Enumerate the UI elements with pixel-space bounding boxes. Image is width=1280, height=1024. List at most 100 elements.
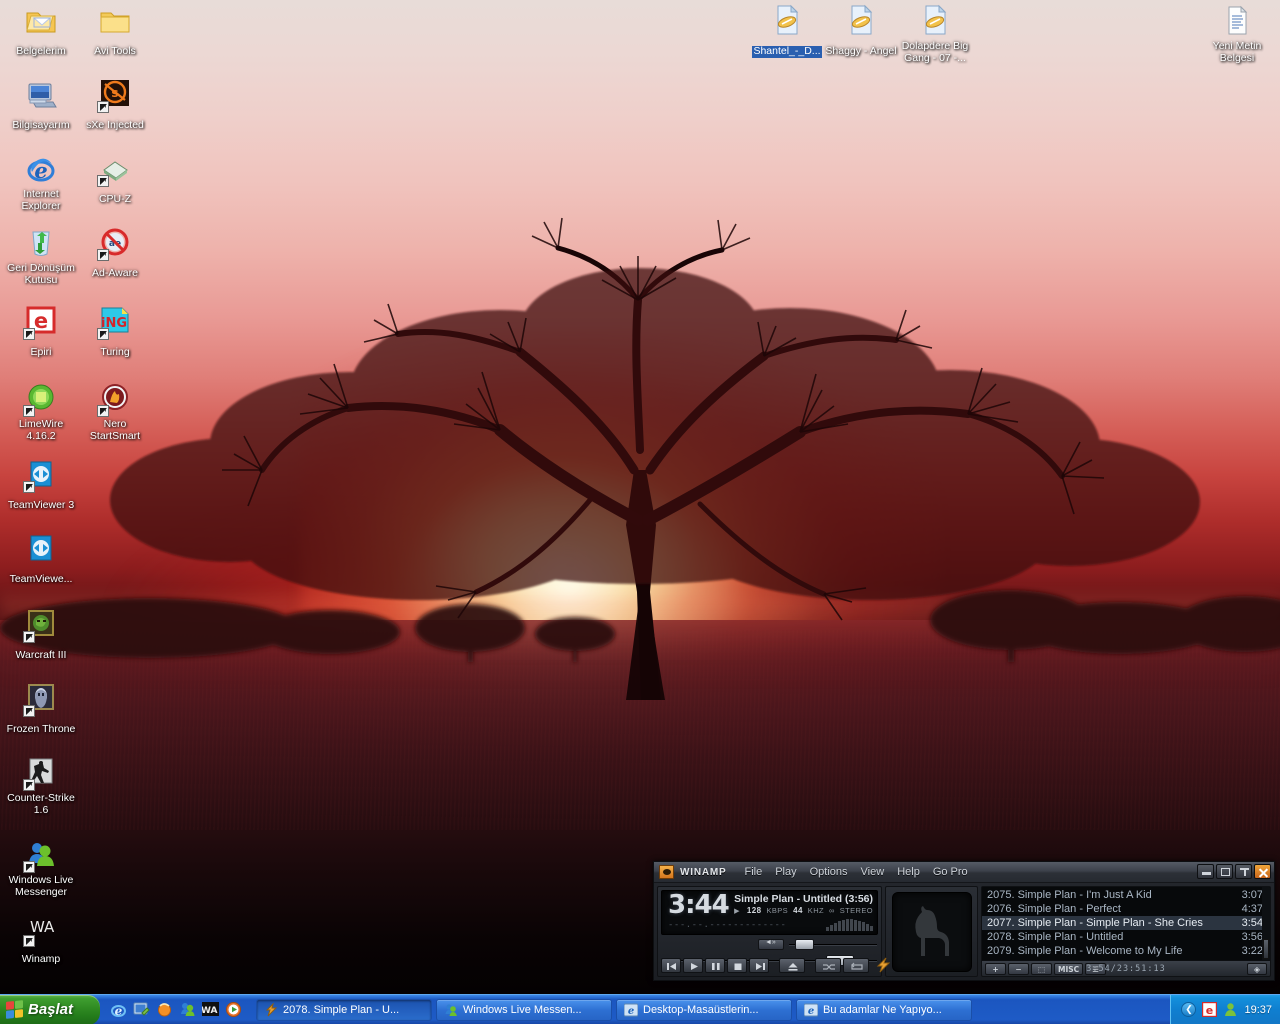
play-button[interactable]	[683, 957, 703, 973]
desktop-icon-winamp[interactable]: W A ↗ Winamp	[4, 912, 78, 967]
windows-live-messenger-icon[interactable]	[179, 1001, 196, 1018]
winamp-title-bar[interactable]: WINAMP File Play Options View Help Go Pr…	[654, 862, 1274, 883]
desktop-icon-belgelerim[interactable]: Belgelerim	[4, 4, 78, 59]
turing-icon: iNG ↗	[97, 305, 132, 340]
desktop-icon-label: Yeni Metin Belgesi	[1212, 40, 1262, 64]
task-button-desktop-masaustlerin[interactable]: e Desktop-Masaüstlerin...	[616, 998, 792, 1021]
desktop-icon-cpuz[interactable]: ↗ CPU-Z	[78, 152, 152, 207]
playlist-misc-button[interactable]: MISC	[1054, 962, 1084, 975]
menu-help[interactable]: Help	[897, 866, 920, 878]
visualization-panel[interactable]	[885, 886, 978, 977]
playlist-add-button[interactable]: +	[985, 962, 1006, 975]
task-button-messenger[interactable]: Windows Live Messen...	[436, 998, 612, 1021]
playlist-row[interactable]: 2076. Simple Plan - Perfect 4:37	[982, 902, 1270, 916]
window-controls[interactable]	[1197, 864, 1271, 879]
start-button[interactable]: Başlat	[0, 994, 100, 1024]
desktop-icon-windows-live-messenger[interactable]: ↗ Windows Live Messenger	[4, 838, 78, 900]
taskbar[interactable]: Başlat e WA 2078. Simple Plan - U... Win…	[0, 994, 1280, 1024]
playlist-row-current[interactable]: 2077. Simple Plan - Simple Plan - She Cr…	[982, 916, 1270, 930]
playlist-remove-button[interactable]: −	[1008, 962, 1029, 975]
desktop-icon-label: Internet Explorer	[21, 188, 61, 212]
task-buttons[interactable]: 2078. Simple Plan - U... Windows Live Me…	[250, 998, 1170, 1021]
desktop-icon-label: Warcraft III	[15, 649, 67, 661]
system-tray[interactable]: ❮ e 19:37	[1170, 994, 1280, 1024]
desktop-icon-teamviewer-alt[interactable]: TeamViewe...	[4, 532, 78, 587]
shade-button[interactable]	[1235, 864, 1252, 879]
desktop-icon-counter-strike[interactable]: ↗ Counter-Strike 1.6	[4, 756, 78, 818]
playlist-scrollbar[interactable]	[1262, 887, 1270, 960]
shortcut-overlay-icon: ↗	[97, 101, 109, 113]
desktop-icon-yeni-metin-belgesi[interactable]: Yeni Metin Belgesi	[1200, 4, 1274, 66]
repeat-button[interactable]	[843, 957, 869, 973]
internet-explorer-icon[interactable]: e	[110, 1001, 127, 1018]
winamp-icon[interactable]: WA	[201, 1001, 219, 1018]
svg-text:e: e	[115, 1004, 123, 1018]
desktop-icon-audio-shaggy-angel[interactable]: Shaggy - Angel	[824, 4, 898, 59]
winamp-menu-bar[interactable]: File Play Options View Help Go Pro	[744, 866, 967, 878]
pause-button[interactable]	[705, 957, 725, 973]
menu-play[interactable]: Play	[775, 866, 796, 878]
shuffle-button[interactable]	[815, 957, 841, 973]
shortcut-overlay-icon: ↗	[23, 328, 35, 340]
menu-file[interactable]: File	[744, 866, 762, 878]
volume-knob[interactable]	[795, 939, 814, 950]
desktop-icon-bilgisayarim[interactable]: Bilgisayarım	[4, 78, 78, 133]
playlist-row[interactable]: 2075. Simple Plan - I'm Just A Kid 3:07	[982, 888, 1270, 902]
playlist-row[interactable]: 2079. Simple Plan - Welcome to My Life 3…	[982, 944, 1270, 958]
desktop-icon-audio-shantel[interactable]: Shantel_-_D...	[750, 4, 824, 59]
desktop-icon-warcraft-3[interactable]: ↗ Warcraft III	[4, 608, 78, 663]
desktop-icon-limewire[interactable]: ↗ LimeWire 4.16.2	[4, 382, 78, 444]
messenger-tray-icon[interactable]	[1223, 1002, 1238, 1017]
playlist-resize-button[interactable]: ◈	[1247, 962, 1267, 975]
playlist-entries[interactable]: 2075. Simple Plan - I'm Just A Kid 3:07 …	[982, 887, 1270, 960]
speaker-icon[interactable]	[758, 939, 784, 950]
menu-go-pro[interactable]: Go Pro	[933, 866, 968, 878]
quick-launch-bar[interactable]: e WA	[100, 995, 250, 1024]
task-button-bu-adamlar[interactable]: e Bu adamlar Ne Yapıyo...	[796, 998, 972, 1021]
frozen-throne-icon: ↗	[23, 682, 58, 717]
winamp-window[interactable]: WINAMP File Play Options View Help Go Pr…	[653, 861, 1275, 981]
sxe-injected-icon: s ↗	[97, 78, 132, 113]
desktop-icon-frozen-throne[interactable]: ↗ Frozen Throne	[4, 682, 78, 737]
eject-button[interactable]	[779, 957, 805, 973]
desktop-icon-turing[interactable]: iNG ↗ Turing	[78, 305, 152, 360]
transport-controls[interactable]	[661, 957, 891, 973]
playlist-panel[interactable]: 2075. Simple Plan - I'm Just A Kid 3:07 …	[981, 886, 1271, 977]
chevron-left-icon[interactable]: ❮	[1181, 1002, 1197, 1017]
menu-view[interactable]: View	[861, 866, 885, 878]
playlist-select-button[interactable]: ⬚	[1031, 962, 1052, 975]
desktop-icon-teamviewer-3[interactable]: ↗ TeamViewer 3	[4, 458, 78, 513]
menu-options[interactable]: Options	[810, 866, 848, 878]
internet-explorer-icon: e	[803, 1003, 819, 1017]
desktop-icon-internet-explorer[interactable]: e Internet Explorer	[4, 152, 78, 214]
orange-ball-icon[interactable]	[156, 1001, 173, 1018]
minimize-button[interactable]	[1197, 864, 1214, 879]
desktop-icon-audio-dolapdere[interactable]: Dolapdere Big Gang - 07 -...	[898, 4, 972, 66]
epiri-tray-icon[interactable]: e	[1201, 1000, 1219, 1019]
close-button[interactable]	[1254, 864, 1271, 879]
desktop-icon-avi-tools[interactable]: Avi Tools	[78, 4, 152, 59]
maximize-button[interactable]	[1216, 864, 1233, 879]
desktop[interactable]: Belgelerim Avi Tools Bilgisayarım ↗ sXe …	[0, 0, 1280, 994]
desktop-icon-nero-startsmart[interactable]: ↗ Nero StartSmart	[78, 382, 152, 444]
desktop-icon-geri-donusum-kutusu[interactable]: Geri Dönüşüm Kutusu	[4, 226, 78, 288]
next-button[interactable]	[749, 957, 769, 973]
playlist-row[interactable]: 2078. Simple Plan - Untitled 3:56	[982, 930, 1270, 944]
volume-slider[interactable]	[789, 939, 877, 950]
previous-button[interactable]	[661, 957, 681, 973]
winamp-lightning-icon[interactable]	[875, 957, 891, 973]
winamp-logo-icon	[659, 865, 674, 879]
desktop-icon-sxe-injected[interactable]: s ↗ sXe Injected	[78, 78, 152, 133]
task-button-winamp[interactable]: 2078. Simple Plan - U...	[256, 998, 432, 1021]
winamp-player-panel[interactable]: 3:44 Simple Plan - Untitled (3:56) ▶ 128…	[657, 886, 891, 977]
desktop-icon-epiri[interactable]: e ↗ Epiri	[4, 305, 78, 360]
playlist-toolbar[interactable]: + − ⬚ MISC ☰ 3:54/23:51:13 ◈	[982, 960, 1270, 976]
playlist-scrollbar-thumb[interactable]	[1263, 939, 1269, 959]
playlist-list-button[interactable]: ☰	[1085, 962, 1107, 975]
desktop-icon-ad-aware[interactable]: ae ↗ Ad-Aware	[78, 226, 152, 281]
stop-button[interactable]	[727, 957, 747, 973]
system-clock[interactable]: 19:37	[1244, 1004, 1272, 1016]
show-desktop-icon[interactable]	[133, 1001, 150, 1018]
volume-row[interactable]	[758, 939, 877, 950]
windows-media-player-icon[interactable]	[225, 1001, 242, 1018]
